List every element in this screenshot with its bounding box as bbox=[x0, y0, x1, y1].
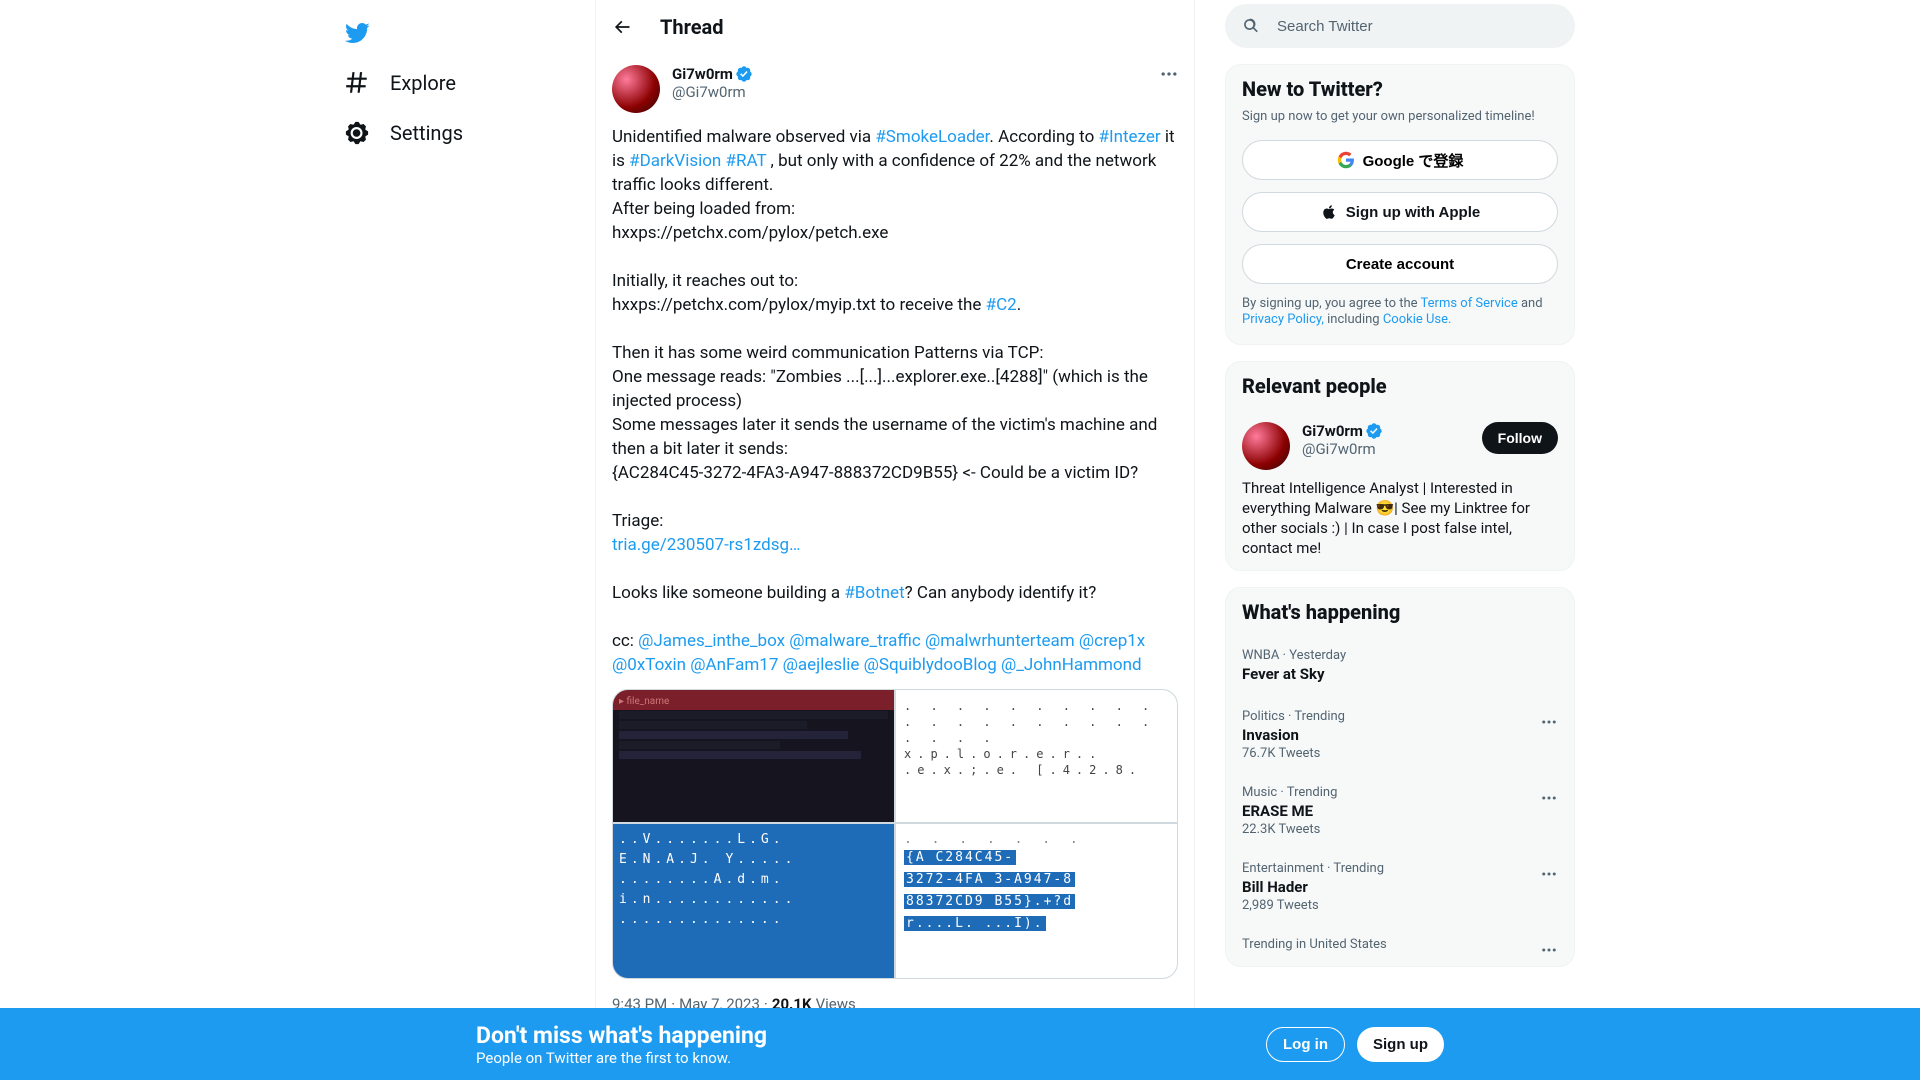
create-account-button[interactable]: Create account bbox=[1242, 244, 1558, 284]
relevant-person[interactable]: Gi7w0rm @Gi7w0rm Follow Threat Intellige… bbox=[1226, 410, 1574, 570]
trend-meta: Entertainment · Trending bbox=[1242, 861, 1558, 876]
author-avatar[interactable] bbox=[612, 65, 660, 113]
nav-settings-label: Settings bbox=[390, 121, 463, 145]
nav-settings[interactable]: Settings bbox=[332, 108, 475, 158]
media-1[interactable]: ▸ file_name bbox=[613, 690, 894, 822]
bottom-bar-subtitle: People on Twitter are the first to know. bbox=[476, 1049, 767, 1067]
signup-apple-button[interactable]: Sign up with Apple bbox=[1242, 192, 1558, 232]
trend-item[interactable]: Trending in United States bbox=[1226, 925, 1574, 966]
mention-1[interactable]: @James_inthe_box bbox=[638, 631, 785, 651]
mention-4[interactable]: @crep1x bbox=[1079, 631, 1145, 651]
relevant-name: Gi7w0rm bbox=[1302, 422, 1363, 440]
mention-2[interactable]: @malware_traffic bbox=[789, 631, 921, 651]
login-button[interactable]: Log in bbox=[1266, 1027, 1345, 1062]
twitter-logo[interactable] bbox=[332, 8, 382, 58]
media-3[interactable]: ..V.......L.G. E.N.A.J. Y..... ........A… bbox=[613, 824, 894, 979]
tos-link[interactable]: Terms of Service bbox=[1421, 296, 1518, 311]
author-name[interactable]: Gi7w0rm bbox=[672, 65, 733, 83]
signup-legal: By signing up, you agree to the Terms of… bbox=[1242, 296, 1558, 328]
trend-meta: Politics · Trending bbox=[1242, 709, 1558, 724]
back-button[interactable] bbox=[604, 9, 640, 45]
tweet-body: Unidentified malware observed via #Smoke… bbox=[612, 125, 1178, 677]
trend-more-button[interactable] bbox=[1532, 781, 1566, 815]
hashtag-c2[interactable]: #C2 bbox=[986, 295, 1017, 315]
happening-title: What's happening bbox=[1226, 588, 1574, 636]
more-icon bbox=[1540, 941, 1558, 959]
trend-item[interactable]: Music · Trending ERASE ME 22.3K Tweets bbox=[1226, 773, 1574, 849]
nav-explore[interactable]: Explore bbox=[332, 58, 468, 108]
follow-button[interactable]: Follow bbox=[1482, 422, 1558, 454]
trend-meta: Music · Trending bbox=[1242, 785, 1558, 800]
hashtag-rat[interactable]: #RAT bbox=[721, 151, 766, 171]
trend-more-button[interactable] bbox=[1532, 705, 1566, 739]
apple-icon bbox=[1320, 203, 1338, 221]
relevant-bio: Threat Intelligence Analyst | Interested… bbox=[1242, 478, 1558, 558]
cookie-link[interactable]: Cookie Use. bbox=[1383, 312, 1452, 327]
trend-count: 76.7K Tweets bbox=[1242, 746, 1558, 761]
author-handle[interactable]: @Gi7w0rm bbox=[672, 83, 753, 101]
more-icon bbox=[1540, 789, 1558, 807]
trend-meta: WNBA · Yesterday bbox=[1242, 648, 1558, 663]
trend-title: ERASE ME bbox=[1242, 802, 1558, 820]
tweet-more-button[interactable] bbox=[1152, 57, 1186, 91]
trend-count: 2,989 Tweets bbox=[1242, 898, 1558, 913]
thread-header: Thread bbox=[596, 0, 1194, 53]
nav-explore-label: Explore bbox=[390, 71, 456, 95]
whats-happening-card: What's happening WNBA · Yesterday Fever … bbox=[1225, 587, 1575, 967]
main-column: Thread Gi7w0rm @Gi7w0rm bbox=[595, 0, 1195, 1080]
search-input[interactable] bbox=[1277, 18, 1559, 35]
signup-desc: Sign up now to get your own personalized… bbox=[1242, 109, 1558, 124]
arrow-left-icon bbox=[612, 17, 632, 37]
relevant-title: Relevant people bbox=[1226, 362, 1574, 410]
mention-6[interactable]: @AnFam17 bbox=[690, 655, 778, 675]
mention-7[interactable]: @aejleslie bbox=[783, 655, 860, 675]
more-icon bbox=[1159, 64, 1179, 84]
privacy-link[interactable]: Privacy Policy, bbox=[1242, 312, 1324, 327]
relevant-people-card: Relevant people Gi7w0rm @Gi7w0rm Follow bbox=[1225, 361, 1575, 571]
signup-google-button[interactable]: Google で登録 bbox=[1242, 140, 1558, 180]
verified-badge-icon bbox=[1365, 422, 1383, 440]
trend-title: Bill Hader bbox=[1242, 878, 1558, 896]
hashtag-darkvision[interactable]: #DarkVision bbox=[629, 151, 721, 171]
hashtag-smokeloader[interactable]: #SmokeLoader bbox=[875, 127, 989, 147]
hash-icon bbox=[344, 70, 370, 96]
mention-3[interactable]: @malwrhunterteam bbox=[925, 631, 1075, 651]
hashtag-botnet[interactable]: #Botnet bbox=[844, 583, 904, 603]
more-icon bbox=[1540, 713, 1558, 731]
page-title: Thread bbox=[660, 15, 724, 39]
trend-item[interactable]: Entertainment · Trending Bill Hader 2,98… bbox=[1226, 849, 1574, 925]
trend-item[interactable]: Politics · Trending Invasion 76.7K Tweet… bbox=[1226, 697, 1574, 773]
search-icon bbox=[1241, 16, 1261, 36]
left-sidebar: Explore Settings bbox=[320, 0, 595, 1080]
media-grid[interactable]: ▸ file_name . . . . . . . . . . . . . . … bbox=[612, 689, 1178, 979]
bottom-bar-title: Don't miss what's happening bbox=[476, 1022, 767, 1049]
hashtag-intezer[interactable]: #Intezer bbox=[1099, 127, 1161, 147]
mention-8[interactable]: @SquiblydooBlog bbox=[864, 655, 997, 675]
verified-badge-icon bbox=[735, 65, 753, 83]
tweet: Gi7w0rm @Gi7w0rm Unidentified malware ob… bbox=[596, 53, 1194, 1078]
trend-meta: Trending in United States bbox=[1242, 937, 1558, 952]
relevant-avatar[interactable] bbox=[1242, 422, 1290, 470]
gear-icon bbox=[344, 120, 370, 146]
right-sidebar: New to Twitter? Sign up now to get your … bbox=[1225, 0, 1575, 1080]
signup-title: New to Twitter? bbox=[1242, 77, 1558, 101]
media-2[interactable]: . . . . . . . . . . . . . . . . . . . . … bbox=[896, 690, 1177, 822]
media-4[interactable]: . . . . . . . {A C284C45- 3272-4FA 3-A94… bbox=[896, 824, 1177, 979]
mention-5[interactable]: @0xToxin bbox=[612, 655, 686, 675]
trend-title: Invasion bbox=[1242, 726, 1558, 744]
trend-more-button[interactable] bbox=[1532, 857, 1566, 891]
trend-title: Fever at Sky bbox=[1242, 665, 1558, 683]
triage-link[interactable]: tria.ge/230507-rs1zdsg… bbox=[612, 535, 800, 555]
more-icon bbox=[1540, 865, 1558, 883]
relevant-handle: @Gi7w0rm bbox=[1302, 440, 1470, 458]
google-icon bbox=[1337, 151, 1355, 169]
trend-more-button[interactable] bbox=[1532, 933, 1566, 967]
trend-item[interactable]: WNBA · Yesterday Fever at Sky bbox=[1226, 636, 1574, 697]
search-box[interactable] bbox=[1225, 4, 1575, 48]
signup-button[interactable]: Sign up bbox=[1357, 1027, 1444, 1062]
bottom-signup-bar: Don't miss what's happening People on Tw… bbox=[0, 1008, 1920, 1080]
trend-count: 22.3K Tweets bbox=[1242, 822, 1558, 837]
signup-card: New to Twitter? Sign up now to get your … bbox=[1225, 64, 1575, 345]
mention-9[interactable]: @_JohnHammond bbox=[1001, 655, 1142, 675]
